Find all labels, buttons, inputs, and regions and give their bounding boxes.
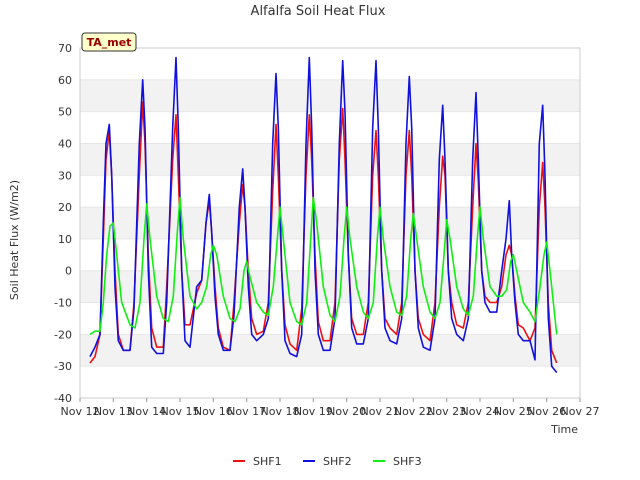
y-tick-label: 60 [58, 74, 72, 87]
y-tick-label: 30 [58, 169, 72, 182]
y-tick-label: 10 [58, 233, 72, 246]
legend-label: SHF2 [323, 455, 352, 468]
grid-band [80, 79, 580, 112]
y-tick-label: 50 [58, 106, 72, 119]
y-tick-label: 40 [58, 137, 72, 150]
y-tick-label: -30 [54, 360, 72, 373]
grid-band [80, 207, 580, 239]
y-axis-label: Soil Heat Flux (W/m2) [8, 180, 21, 300]
y-tick-label: 20 [58, 201, 72, 214]
soil-heat-flux-chart: Alfalfa Soil Heat Flux -40 -30 -20 -10 0 10 20… [8, 4, 600, 468]
grid-band [80, 143, 580, 176]
y-tick-label: 70 [58, 42, 72, 55]
legend: SHF1 SHF2 SHF3 [233, 455, 422, 468]
legend-label: SHF1 [253, 455, 282, 468]
y-tick-label: -10 [54, 297, 72, 310]
ta-met-badge: TA_met [81, 32, 137, 52]
legend-item-shf2: SHF2 [303, 455, 352, 468]
x-axis-ticks: Nov 12Nov 13Nov 14Nov 15Nov 16Nov 17Nov … [61, 398, 600, 418]
chart-title: Alfalfa Soil Heat Flux [251, 4, 386, 19]
x-tick-label: Nov 27 [561, 405, 600, 418]
legend-item-shf3: SHF3 [373, 455, 422, 468]
y-tick-label: 0 [65, 265, 72, 278]
x-axis-label: Time [550, 423, 578, 436]
legend-item-shf1: SHF1 [233, 455, 282, 468]
y-axis-ticks: -40 -30 -20 -10 0 10 20 30 40 50 60 70 [54, 42, 72, 405]
legend-label: SHF3 [393, 455, 422, 468]
badge-label: TA_met [87, 36, 132, 49]
y-tick-label: -20 [54, 328, 72, 341]
y-tick-label: -40 [54, 392, 72, 405]
